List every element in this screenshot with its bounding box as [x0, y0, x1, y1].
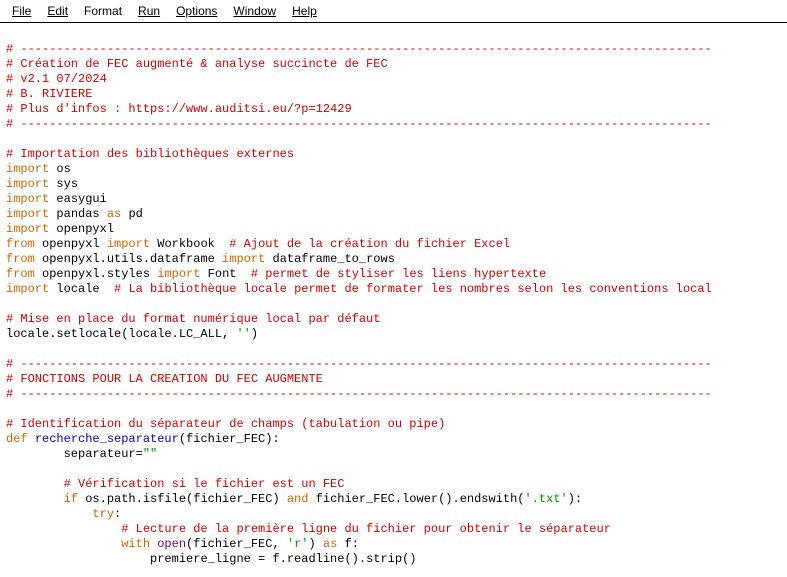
keyword-from: from	[6, 237, 35, 251]
comment: # Importation des bibliothèques externes	[6, 147, 294, 161]
code: ):	[568, 492, 582, 506]
code: fichier_FEC.lower().endswith(	[316, 492, 525, 506]
comment: # --------------------------------------…	[6, 387, 712, 401]
keyword-import: import	[6, 282, 49, 296]
name: dataframe_to_rows	[272, 252, 394, 266]
menu-options[interactable]: Options	[168, 2, 225, 20]
keyword-import: import	[6, 207, 49, 221]
menu-window[interactable]: Window	[225, 2, 284, 20]
keyword-if: if	[64, 492, 78, 506]
builtin: open	[157, 537, 186, 551]
keyword-with: with	[121, 537, 150, 551]
menu-help[interactable]: Help	[284, 2, 325, 20]
module: openpyxl	[56, 222, 114, 236]
alias: pd	[128, 207, 142, 221]
colon: :	[114, 507, 121, 521]
module: locale	[56, 282, 99, 296]
menu-edit[interactable]: Edit	[39, 2, 76, 20]
code: locale.setlocale(locale.LC_ALL,	[6, 327, 236, 341]
module: openpyxl.utils.dataframe	[42, 252, 215, 266]
comment: # Création de FEC augmenté & analyse suc…	[6, 57, 388, 71]
keyword-import: import	[6, 192, 49, 206]
keyword-import: import	[222, 252, 265, 266]
code-editor[interactable]: # --------------------------------------…	[0, 23, 787, 571]
comment: # Mise en place du format numérique loca…	[6, 312, 380, 326]
menu-format[interactable]: Format	[76, 2, 130, 20]
menu-bar: File Edit Format Run Options Window Help	[0, 0, 787, 23]
menu-help-label: Help	[292, 4, 317, 18]
menu-run-label: Run	[138, 4, 160, 18]
name: Workbook	[157, 237, 215, 251]
comment: # --------------------------------------…	[6, 357, 712, 371]
string: '.txt'	[525, 492, 568, 506]
comment: # Ajout de la création du fichier Excel	[229, 237, 510, 251]
module: openpyxl.styles	[42, 267, 150, 281]
comment: # permet de styliser les liens hypertext…	[251, 267, 546, 281]
keyword-import: import	[6, 177, 49, 191]
comment: # Identification du séparateur de champs…	[6, 417, 445, 431]
keyword-as: as	[107, 207, 121, 221]
keyword-try: try	[92, 507, 114, 521]
comment: # Lecture de la première ligne du fichie…	[121, 522, 611, 536]
keyword-from: from	[6, 267, 35, 281]
menu-window-label: Window	[233, 4, 276, 18]
keyword-from: from	[6, 252, 35, 266]
keyword-def: def	[6, 432, 28, 446]
comment: # La bibliothèque locale permet de forma…	[114, 282, 712, 296]
module: os	[56, 162, 70, 176]
comment: # Plus d'infos : https://www.auditsi.eu/…	[6, 102, 352, 116]
name: Font	[208, 267, 237, 281]
menu-run[interactable]: Run	[130, 2, 168, 20]
menu-file[interactable]: File	[4, 2, 39, 20]
comment: # Vérification si le fichier est un FEC	[64, 477, 345, 491]
comment: # --------------------------------------…	[6, 42, 712, 56]
menu-format-label: Format	[84, 4, 122, 18]
code: )	[308, 537, 322, 551]
comment: # --------------------------------------…	[6, 117, 712, 131]
module: pandas	[56, 207, 99, 221]
code: )	[251, 327, 258, 341]
code: f:	[345, 537, 359, 551]
keyword-import: import	[6, 162, 49, 176]
function-name: recherche_separateur	[35, 432, 179, 446]
string: ""	[143, 447, 157, 461]
string: ''	[236, 327, 250, 341]
comment: # B. RIVIERE	[6, 87, 92, 101]
keyword-import: import	[6, 222, 49, 236]
menu-file-label: File	[12, 4, 31, 18]
code: premiere_ligne = f.readline().strip()	[150, 552, 416, 566]
params: (fichier_FEC):	[179, 432, 280, 446]
keyword-as: as	[323, 537, 337, 551]
module: sys	[56, 177, 78, 191]
code: separateur=	[64, 447, 143, 461]
comment: # v2.1 07/2024	[6, 72, 107, 86]
module: openpyxl	[42, 237, 100, 251]
code: (fichier_FEC,	[186, 537, 287, 551]
keyword-import: import	[157, 267, 200, 281]
string: 'r'	[287, 537, 309, 551]
code: os.path.isfile(fichier_FEC)	[85, 492, 287, 506]
menu-edit-label: Edit	[47, 4, 68, 18]
keyword-import: import	[107, 237, 150, 251]
module: easygui	[56, 192, 106, 206]
menu-options-label: Options	[176, 4, 217, 18]
comment: # FONCTIONS POUR LA CREATION DU FEC AUGM…	[6, 372, 323, 386]
keyword-and: and	[287, 492, 309, 506]
